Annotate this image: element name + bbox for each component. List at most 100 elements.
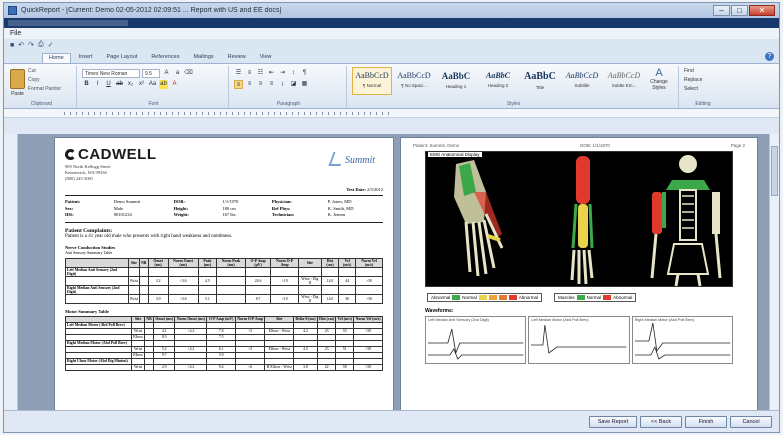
style-subtle-emphasis[interactable]: AaBbCcD Subtle Em... xyxy=(604,67,644,95)
table-cell: 58 xyxy=(335,363,355,371)
table-header-cell: O-P Amp (µV) xyxy=(244,257,272,268)
replace-button[interactable]: Replace xyxy=(684,76,722,85)
file-menu[interactable]: File xyxy=(4,28,779,39)
style-subtitle[interactable]: AaBbCcD Subtitle xyxy=(562,67,602,95)
italic-icon[interactable]: I xyxy=(93,80,102,89)
paragraph-group: ☰ ≡ ☷ ⇤ ⇥ ↕ ¶ ≡ ≡ ≡ ≡ ↨ ◪ ▦ Paragraph xyxy=(231,66,347,108)
font-family-select[interactable]: Times New Roman xyxy=(82,69,140,78)
table-cell: 22 xyxy=(316,363,337,371)
table-header-cell: Norm Vel (m/s) xyxy=(355,257,383,268)
shading-icon[interactable]: ◪ xyxy=(289,80,298,89)
find-button[interactable]: Find xyxy=(684,67,722,76)
table-cell: >50 xyxy=(355,293,383,304)
cancel-button[interactable]: Cancel xyxy=(730,416,772,428)
cut-button[interactable]: Cut xyxy=(28,67,61,76)
minimize-button[interactable]: – xyxy=(713,5,730,16)
sort-icon[interactable]: ↕ xyxy=(289,69,298,78)
align-center-icon[interactable]: ≡ xyxy=(245,80,254,89)
report-page-2: Patient: Summit, Demo DOB: 1/1/1970 Page… xyxy=(400,137,758,411)
finish-button[interactable]: Finish xyxy=(685,416,727,428)
editing-group: Find Replace Select Editing xyxy=(681,66,725,108)
font-color-icon[interactable]: A xyxy=(170,80,179,89)
legend-swatch-abnormal xyxy=(508,295,517,300)
test-date: Test Date: 2/5/2012 xyxy=(346,187,383,192)
table-cell: <4.2 xyxy=(174,363,208,371)
table-cell: Wrist xyxy=(130,363,146,371)
tab-review[interactable]: Review xyxy=(222,53,252,63)
shrink-font-icon[interactable]: a xyxy=(173,69,182,78)
clear-format-icon[interactable]: ⌫ xyxy=(184,69,193,78)
scroll-thumb[interactable] xyxy=(771,146,778,196)
tab-view[interactable]: View xyxy=(254,53,278,63)
document-area[interactable]: CADWELL 909 North Kellogg Street Kennewi… xyxy=(4,134,769,411)
back-button[interactable]: << Back xyxy=(640,416,682,428)
format-painter-button[interactable]: Format Painter xyxy=(28,85,61,94)
font-size-select[interactable]: 9.5 xyxy=(142,69,160,78)
waveform-trace xyxy=(531,324,627,354)
tab-references[interactable]: References xyxy=(145,53,185,63)
table-cell xyxy=(244,266,272,277)
table-header-cell xyxy=(65,257,129,268)
table-row: Right Median Anti Sensory (2nd Digit) xyxy=(65,284,383,295)
save-icon[interactable]: ■ xyxy=(10,42,14,49)
subscript-icon[interactable]: x₂ xyxy=(126,80,135,89)
close-button[interactable]: ✕ xyxy=(749,5,775,16)
strikethrough-icon[interactable]: ab xyxy=(115,80,124,89)
table-cell xyxy=(127,284,141,295)
style-heading-2[interactable]: AaBbC Heading 2 xyxy=(478,67,518,95)
print-icon[interactable]: ⎙ xyxy=(38,41,44,49)
paste-button[interactable]: Paste xyxy=(10,67,25,100)
highlight-icon[interactable]: ab xyxy=(159,80,168,89)
table-cell xyxy=(297,284,322,295)
increase-indent-icon[interactable]: ⇥ xyxy=(278,69,287,78)
table-cell xyxy=(355,266,383,277)
table-cell xyxy=(320,266,340,277)
undo-icon[interactable]: ↶ xyxy=(18,41,24,49)
select-button[interactable]: Select xyxy=(684,85,722,94)
align-left-icon[interactable]: ≡ xyxy=(234,80,243,89)
ribbon: Paste Cut Copy Format Painter Clipboard … xyxy=(4,63,779,109)
report-page-1: CADWELL 909 North Kellogg Street Kennewi… xyxy=(54,137,394,411)
style-normal[interactable]: AaBbCcD ¶ Normal xyxy=(352,67,392,95)
tab-insert[interactable]: Insert xyxy=(73,53,99,63)
tab-home[interactable]: Home xyxy=(42,53,71,63)
vertical-scrollbar[interactable] xyxy=(769,134,779,410)
table-cell: >10 xyxy=(270,275,299,286)
maximize-button[interactable]: □ xyxy=(731,5,748,16)
numbering-icon[interactable]: ≡ xyxy=(245,69,254,78)
save-report-button[interactable]: Save Report xyxy=(589,416,637,428)
change-case-icon[interactable]: Aa xyxy=(148,80,157,89)
tab-mailings[interactable]: Mailings xyxy=(187,53,219,63)
company-address: 909 North Kellogg Street Kennewick, WA 9… xyxy=(65,164,111,181)
style-heading-1[interactable]: AaBbC Heading 1 xyxy=(436,67,476,95)
table-cell xyxy=(244,284,272,295)
bold-icon[interactable]: B xyxy=(82,80,91,89)
borders-icon[interactable]: ▦ xyxy=(300,80,309,89)
justify-icon[interactable]: ≡ xyxy=(267,80,276,89)
copy-button[interactable]: Copy xyxy=(28,76,61,85)
multilevel-list-icon[interactable]: ☷ xyxy=(256,69,265,78)
legend-swatch-marked xyxy=(498,295,507,300)
product-logo: Summit xyxy=(328,152,375,166)
table-cell xyxy=(320,284,340,295)
redo-icon[interactable]: ↷ xyxy=(28,41,34,49)
show-marks-icon[interactable]: ¶ xyxy=(300,69,309,78)
align-right-icon[interactable]: ≡ xyxy=(256,80,265,89)
table-cell: <3.6 xyxy=(167,293,199,304)
superscript-icon[interactable]: x² xyxy=(137,80,146,89)
table-cell: Wrist xyxy=(127,293,141,304)
help-icon[interactable]: ? xyxy=(765,52,774,61)
tab-page-layout[interactable]: Page Layout xyxy=(100,53,143,63)
legend2-swatch-normal xyxy=(576,295,585,300)
change-styles-button[interactable]: A Change Styles xyxy=(646,67,672,100)
grow-font-icon[interactable]: A xyxy=(162,69,171,78)
decrease-indent-icon[interactable]: ⇤ xyxy=(267,69,276,78)
waveform-trace xyxy=(427,328,524,360)
horizontal-ruler[interactable] xyxy=(4,109,779,118)
spellcheck-icon[interactable]: ✓ xyxy=(48,41,54,49)
bullets-icon[interactable]: ☰ xyxy=(234,69,243,78)
style-no-spacing[interactable]: AaBbCcD ¶ No Spaci... xyxy=(394,67,434,95)
underline-icon[interactable]: U xyxy=(104,80,113,89)
style-title[interactable]: AaBbC Title xyxy=(520,67,560,95)
line-spacing-icon[interactable]: ↨ xyxy=(278,80,287,89)
